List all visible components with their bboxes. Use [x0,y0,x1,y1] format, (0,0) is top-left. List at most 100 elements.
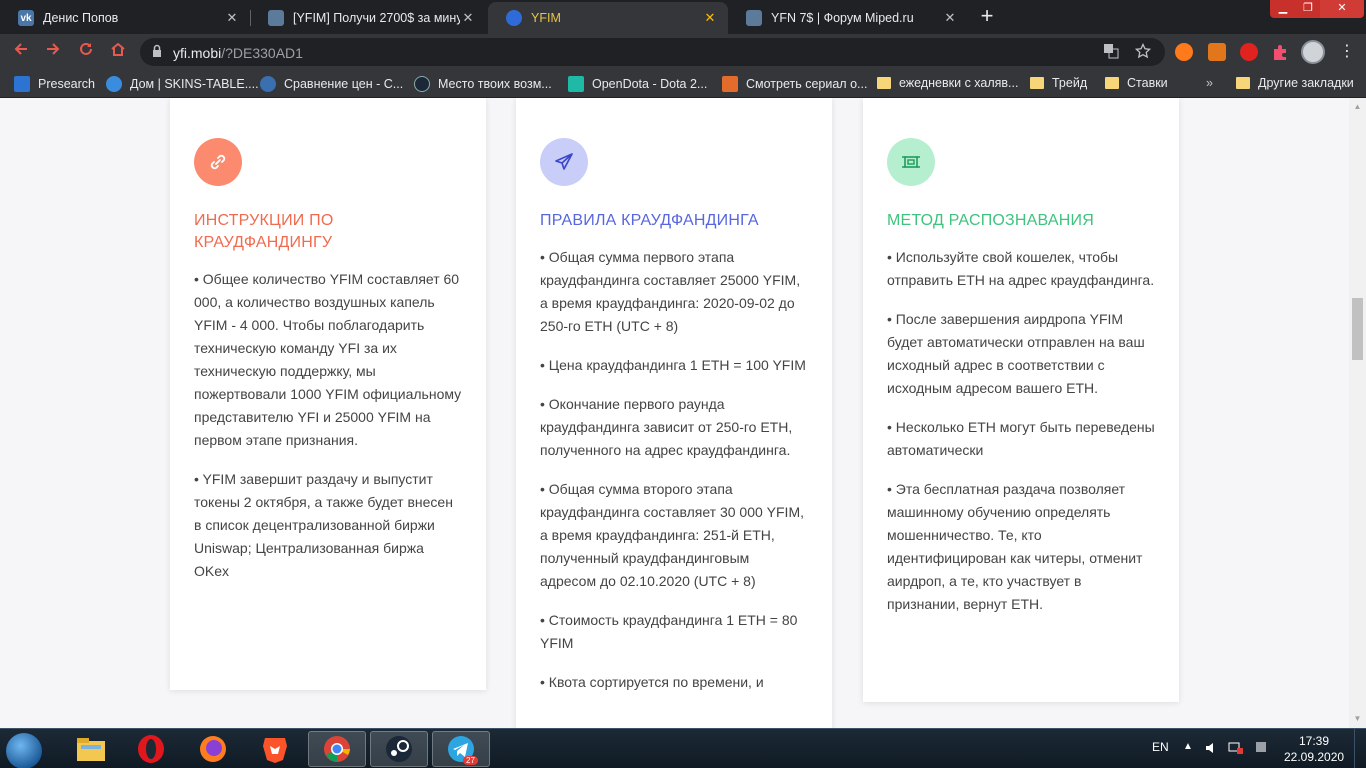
system-clock[interactable]: 17:39 22.09.2020 [1284,733,1344,765]
translate-icon[interactable] [1102,43,1120,61]
card-paragraph: • Несколько ETH могут быть переведены ав… [887,419,1155,458]
card-paragraph: • Общее количество YFIM составляет 60 00… [194,271,462,448]
flag-icon[interactable] [1254,741,1268,768]
tab-title: YFIM [531,11,561,25]
taskbar-steam[interactable] [370,731,428,767]
home-button[interactable] [107,41,129,63]
taskbar-brave[interactable] [246,731,304,767]
close-tab-icon[interactable]: ✕ [224,10,240,26]
reload-button[interactable] [75,41,97,63]
new-tab-button[interactable]: + [976,5,998,28]
taskbar-chrome[interactable] [308,731,366,767]
network-icon[interactable] [1228,741,1244,768]
page-scrollbar[interactable] [1349,98,1366,728]
brave-icon [263,738,287,763]
bookmarks-overflow-button[interactable]: » [1206,76,1213,90]
card-title: МЕТОД РАСПОЗНАВАНИЯ [887,212,1094,229]
forward-button[interactable] [42,41,64,63]
bookmarks-bar: Presearch Дом | SKINS-TABLE.... Сравнени… [0,70,1366,98]
show-desktop-button[interactable] [1354,729,1366,768]
steam-icon [414,76,430,92]
site-icon [260,76,276,92]
clock-time: 17:39 [1298,734,1330,748]
opendota-icon [568,76,584,92]
card-paragraph: • Общая сумма второго этапа краудфандинг… [540,481,804,589]
close-window-button[interactable]: ✕ [1320,0,1364,18]
tab-miped[interactable]: YFN 7$ | Форум Miped.ru ✕ [728,2,968,34]
extension-red-icon[interactable] [1240,43,1258,61]
start-button[interactable] [6,733,42,768]
bookmark-steam[interactable]: Место твоих возм... [414,76,552,92]
tab-yfim-forum[interactable]: [YFIM] Получи 2700$ за минуту ✕ [250,2,486,34]
card-paragraph: • Квота сортируется по времени, и [540,674,764,690]
card-paragraph: • Общая сумма первого этапа краудфандинг… [540,249,801,334]
card-paragraph: • Окончание первого раунда краудфандинга… [540,396,793,458]
bookmark-folder-daily[interactable]: ежедневки с халяв... [877,76,1018,90]
minimize-button[interactable]: ▁ [1270,0,1296,18]
bookmark-folder-bets[interactable]: Ставки [1105,76,1168,90]
volume-icon[interactable] [1204,741,1218,768]
reload-icon [80,42,92,55]
profile-avatar[interactable] [1301,40,1325,64]
browser-toolbar: yfi.mobi/?DE330AD1 ⋮ [0,34,1366,70]
tab-title: YFN 7$ | Форум Miped.ru [771,11,914,25]
folder-icon [877,77,891,89]
url-text: yfi.mobi/?DE330AD1 [173,45,303,61]
forum-icon [746,10,762,26]
close-tab-icon[interactable]: ✕ [702,10,718,26]
tab-title: [YFIM] Получи 2700$ за минуту [293,11,460,25]
lock-icon [153,44,161,57]
taskbar-firefox[interactable] [184,731,242,767]
card-paragraph: • Стоимость краудфандинга 1 ETH = 80 YFI… [540,612,798,651]
language-indicator[interactable]: EN [1152,740,1169,768]
send-icon [540,138,588,186]
scroll-down-arrow-icon[interactable]: ▼ [1352,714,1363,724]
bookmark-price-compare[interactable]: Сравнение цен - С... [260,76,403,92]
folder-icon [1030,77,1044,89]
tab-title: Денис Попов [43,11,119,25]
forward-arrow-icon [47,43,60,55]
card-paragraph: • YFIM завершит раздачу и выпустит токен… [194,471,453,579]
link-icon [194,138,242,186]
card-paragraph: • Цена краудфандинга 1 ETH = 100 YFIM [540,357,806,373]
frame-icon [887,138,935,186]
taskbar-opera[interactable] [122,731,180,767]
taskbar-telegram[interactable]: 27 [432,731,490,767]
bookmark-opendota[interactable]: OpenDota - Dota 2... [568,76,707,92]
scroll-up-arrow-icon[interactable]: ▲ [1352,102,1363,112]
maximize-button[interactable]: ❐ [1296,0,1320,18]
taskbar-explorer[interactable] [62,731,120,767]
bookmark-skins-table[interactable]: Дом | SKINS-TABLE.... [106,76,259,92]
tray-overflow-icon[interactable]: ▲ [1183,741,1193,768]
extension-fox-icon[interactable] [1175,43,1193,61]
steam-icon [386,736,412,762]
close-tab-icon[interactable]: ✕ [942,10,958,26]
opera-icon [138,735,164,763]
bookmark-star-icon[interactable] [1134,42,1152,61]
address-bar[interactable]: yfi.mobi/?DE330AD1 [140,38,1165,66]
bookmark-folder-trade[interactable]: Трейд [1030,76,1087,90]
browser-menu-icon[interactable]: ⋮ [1336,41,1358,63]
card-crowdfunding-instructions: ИНСТРУКЦИИ ПО КРАУДФАНДИНГУ • Общее коли… [170,98,486,690]
forum-icon [268,10,284,26]
scrollbar-thumb[interactable] [1352,298,1363,360]
metamask-icon[interactable] [1208,43,1226,61]
back-arrow-icon [14,43,27,55]
tab-yfim[interactable]: YFIM ✕ [488,2,728,34]
telegram-badge: 27 [463,756,478,765]
extensions-puzzle-icon[interactable] [1271,43,1289,61]
bookmark-serial[interactable]: Смотреть сериал о... [722,76,867,92]
globe-icon [106,76,122,92]
yfim-icon [506,10,522,26]
tab-vk[interactable]: vk Денис Попов ✕ [0,2,250,34]
back-button[interactable] [10,41,32,63]
folder-icon [1236,77,1250,89]
card-crowdfunding-rules: ПРАВИЛА КРАУДФАНДИНГА • Общая сумма перв… [516,98,832,728]
other-bookmarks-folder[interactable]: Другие закладки [1236,76,1354,90]
firefox-icon [200,736,226,762]
card-title: ИНСТРУКЦИИ ПО КРАУДФАНДИНГУ [194,212,334,251]
bookmark-presearch[interactable]: Presearch [14,76,95,92]
folder-icon [1105,77,1119,89]
close-tab-icon[interactable]: ✕ [460,10,476,26]
clock-date: 22.09.2020 [1284,750,1345,764]
